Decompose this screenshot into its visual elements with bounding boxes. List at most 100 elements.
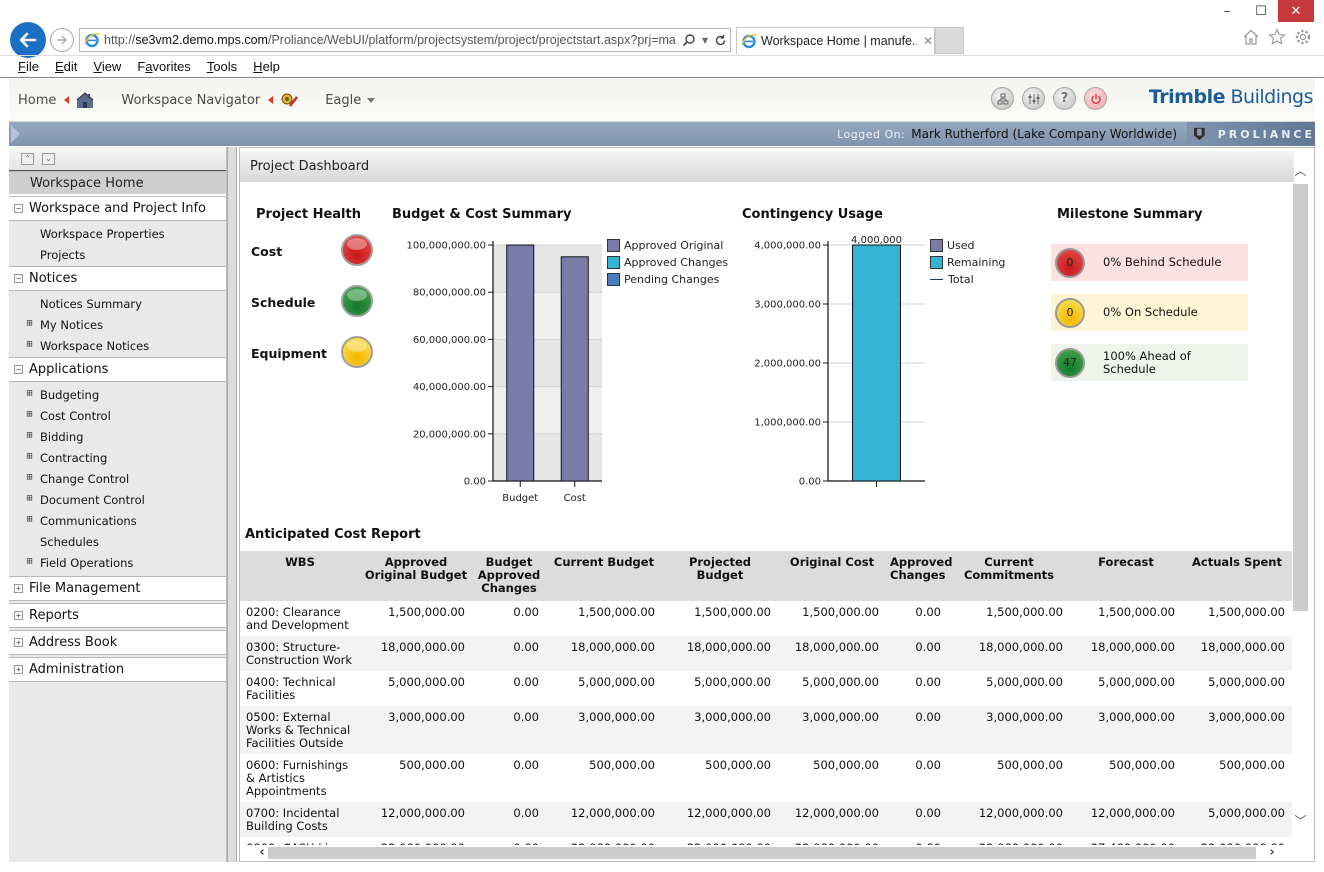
help-button[interactable]: ?	[1053, 87, 1076, 110]
menu-tools[interactable]: Tools	[207, 59, 237, 74]
browser-tab-active[interactable]: Workspace Home | manufe... ✕	[736, 27, 935, 54]
sidebar-section-workspace-and-project-info[interactable]: − Workspace and Project Info	[9, 196, 226, 221]
milestone-behind-card[interactable]: 0 0% Behind Schedule	[1051, 244, 1248, 281]
home-icon[interactable]	[1242, 28, 1260, 46]
sidebar-item-workspace-notices[interactable]: ⊞ Workspace Notices	[9, 335, 226, 356]
expand-icon[interactable]: +	[14, 665, 23, 674]
forward-button[interactable]	[50, 28, 74, 52]
sidebar-item-notices-summary[interactable]: Notices Summary	[9, 293, 226, 314]
expand-icon[interactable]: ⊞	[25, 452, 34, 462]
expand-icon[interactable]: +	[14, 638, 23, 647]
close-window-button[interactable]: ✕	[1278, 0, 1314, 22]
expand-arrow-icon[interactable]	[11, 125, 20, 143]
menu-favorites[interactable]: Favorites	[137, 59, 190, 74]
milestone-ahead-card[interactable]: 47 100% Ahead of Schedule	[1051, 344, 1248, 381]
sidebar-item-contracting[interactable]: ⊞ Contracting	[9, 447, 226, 468]
expand-icon[interactable]: ⊞	[25, 557, 34, 567]
hierarchy-button[interactable]	[991, 87, 1014, 110]
collapse-all-icon[interactable]: ⌃	[21, 152, 34, 165]
back-button[interactable]	[10, 22, 46, 58]
table-row[interactable]: 0700: Incidental Building Costs 12,000,00…	[240, 802, 1292, 837]
table-row[interactable]: 0300: Structure-Construction Work 18,000,…	[240, 636, 1292, 671]
menu-file[interactable]: File	[18, 59, 39, 74]
expand-icon[interactable]: +	[14, 611, 23, 620]
sidebar-splitter[interactable]	[227, 147, 237, 862]
menu-view[interactable]: View	[93, 59, 121, 74]
sidebar-section-file-management[interactable]: + File Management	[9, 576, 226, 601]
expand-icon[interactable]: +	[14, 584, 23, 593]
expand-icon[interactable]: ⊞	[25, 473, 34, 483]
expand-icon[interactable]: ⊞	[25, 389, 34, 399]
sidebar-section-reports[interactable]: + Reports	[9, 603, 226, 628]
favorites-star-icon[interactable]	[1268, 28, 1286, 46]
table-row[interactable]: 0500: External Works & Technical Facilit…	[240, 706, 1292, 754]
scroll-down-icon[interactable]: ﹀	[1293, 814, 1308, 828]
column-header-approved-changes[interactable]: Approved Changes	[886, 551, 952, 601]
column-header-actuals-spent[interactable]: Actuals Spent	[1182, 551, 1292, 601]
sidebar-section-address-book[interactable]: + Address Book	[9, 630, 226, 655]
sidebar-item-workspace-home[interactable]: Workspace Home	[9, 171, 226, 196]
column-header-wbs[interactable]: WBS	[240, 551, 360, 601]
expand-icon[interactable]: ⊞	[25, 515, 34, 525]
table-row[interactable]: 0600: Furnishings & Artistics Appointmen…	[240, 754, 1292, 802]
column-header-budget-approved-changes[interactable]: Budget Approved Changes	[472, 551, 546, 601]
column-header-current-budget[interactable]: Current Budget	[546, 551, 662, 601]
settings-button[interactable]	[1022, 87, 1045, 110]
sidebar-item-workspace-properties[interactable]: Workspace Properties	[9, 223, 226, 244]
collapse-icon[interactable]: −	[14, 204, 23, 213]
sidebar-item-communications[interactable]: ⊞ Communications	[9, 510, 226, 531]
milestone-on-schedule-card[interactable]: 0 0% On Schedule	[1051, 294, 1248, 331]
nav-workspace-navigator-link[interactable]: Workspace Navigator	[121, 93, 260, 108]
column-header-projected-budget[interactable]: Projected Budget	[662, 551, 778, 601]
scroll-right-icon[interactable]: ›	[1264, 845, 1280, 861]
collapse-icon[interactable]: −	[14, 365, 23, 374]
sidebar-item-change-control[interactable]: ⊞ Change Control	[9, 468, 226, 489]
menu-edit[interactable]: Edit	[55, 59, 77, 74]
expand-icon[interactable]: ⊞	[25, 494, 34, 504]
address-bar[interactable]: http://se3vm2.demo.mps.com/Proliance/Web…	[79, 28, 731, 52]
settings-gear-icon[interactable]	[1294, 28, 1312, 46]
sidebar-section-administration[interactable]: + Administration	[9, 657, 226, 682]
column-header-current-commitments[interactable]: Current Commitments	[948, 551, 1070, 601]
house-icon[interactable]	[75, 91, 95, 109]
sidebar-item-schedules[interactable]: Schedules	[9, 531, 226, 552]
maximize-button[interactable]: ☐	[1244, 0, 1278, 22]
column-header-original-cost[interactable]: Original Cost	[778, 551, 886, 601]
menu-help[interactable]: Help	[253, 59, 280, 74]
column-header-forecast[interactable]: Forecast	[1070, 551, 1182, 601]
nav-home-link[interactable]: Home	[18, 93, 56, 108]
scroll-up-icon[interactable]: ︿	[1293, 164, 1308, 178]
search-icon[interactable]	[682, 33, 696, 47]
project-selector[interactable]: Eagle	[325, 93, 361, 108]
expand-icon[interactable]: ⊞	[25, 431, 34, 441]
minimize-button[interactable]: –	[1210, 0, 1244, 22]
sidebar-item-bidding[interactable]: ⊞ Bidding	[9, 426, 226, 447]
new-tab-button[interactable]	[935, 27, 964, 54]
expand-all-icon[interactable]: ⌄	[42, 152, 55, 165]
dropdown-caret-icon[interactable]	[367, 97, 376, 103]
horizontal-scrollbar[interactable]: ‹ ›	[240, 845, 1292, 861]
sidebar-item-document-control[interactable]: ⊞ Document Control	[9, 489, 226, 510]
sidebar-section-notices[interactable]: − Notices	[9, 266, 226, 291]
logout-button[interactable]	[1084, 87, 1107, 110]
collapse-icon[interactable]: −	[14, 274, 23, 283]
table-row[interactable]: 0200: Clearance and Development 1,500,000…	[240, 601, 1292, 636]
sidebar-item-budgeting[interactable]: ⊞ Budgeting	[9, 384, 226, 405]
horizontal-scroll-thumb[interactable]	[268, 847, 1256, 859]
table-row[interactable]: 0400: Technical Facilities 5,000,000.00 0.…	[240, 671, 1292, 706]
refresh-icon[interactable]	[714, 34, 727, 47]
expand-icon[interactable]: ⊞	[25, 340, 34, 350]
vertical-scrollbar[interactable]: ︿ ﹀	[1293, 160, 1308, 850]
sidebar-section-applications[interactable]: − Applications	[9, 357, 226, 382]
navigator-icon[interactable]	[279, 91, 299, 109]
sidebar-item-field-operations[interactable]: ⊞ Field Operations	[9, 552, 226, 573]
close-tab-icon[interactable]: ✕	[923, 34, 933, 48]
dropdown-caret-icon[interactable]: ▼	[702, 36, 708, 45]
sidebar-item-my-notices[interactable]: ⊞ My Notices	[9, 314, 226, 335]
vertical-scroll-thumb[interactable]	[1293, 184, 1308, 611]
expand-icon[interactable]: ⊞	[25, 319, 34, 329]
sidebar-item-cost-control[interactable]: ⊞ Cost Control	[9, 405, 226, 426]
column-header-approved-original-budget[interactable]: Approved Original Budget	[360, 551, 472, 601]
expand-icon[interactable]: ⊞	[25, 410, 34, 420]
sidebar-item-projects[interactable]: Projects	[9, 244, 226, 265]
